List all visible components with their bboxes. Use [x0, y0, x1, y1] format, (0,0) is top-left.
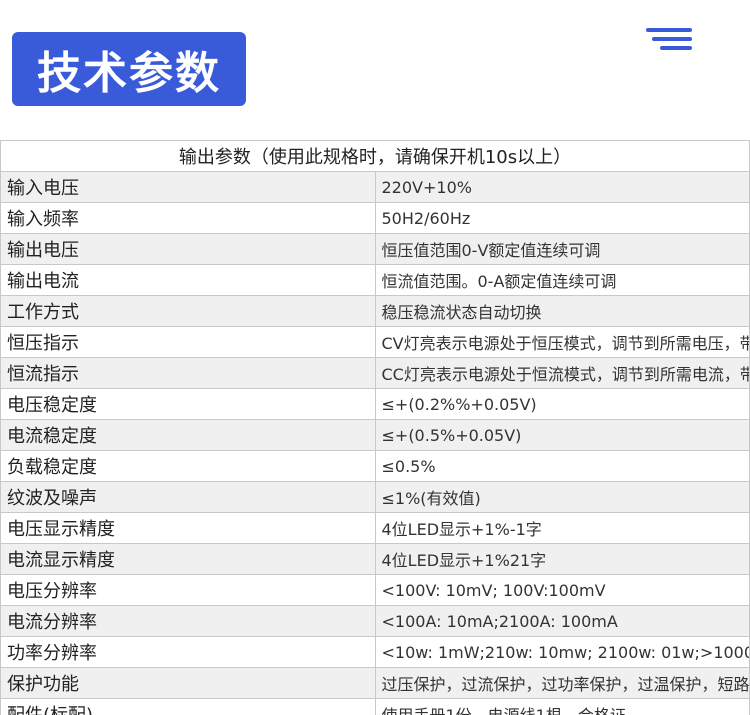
spec-label: 负载稳定度: [0, 450, 376, 482]
spec-label: 功率分辨率: [0, 636, 376, 668]
table-row: 恒压指示CV灯亮表示电源处于恒压模式，调节到所需电压，带上负载，电流随负载变化: [0, 326, 750, 358]
table-row: 电压显示精度 4位LED显示+1%-1字: [0, 512, 750, 544]
table-row: 输入频率 50H2/60Hz: [0, 202, 750, 234]
menu-icon-bar: [660, 46, 692, 50]
menu-icon-bar: [652, 37, 692, 41]
spec-label: 电压显示精度: [0, 512, 376, 544]
table-row: 输出电压 恒压值范围0-V额定值连续可调: [0, 233, 750, 265]
table-row: 恒流指示CC灯亮表示电源处于恒流模式，调节到所需电流，带上负载，电压随负载变化: [0, 357, 750, 389]
table-row: 保护功能 过压保护，过流保护，过功率保护，过温保护，短路限流: [0, 667, 750, 699]
spec-label: 输出电压: [0, 233, 376, 265]
spec-label: 恒压指示: [0, 326, 376, 358]
spec-value: 4位LED显示+1%21字: [374, 543, 750, 575]
table-row: 纹波及噪声 ≤1%(有效值): [0, 481, 750, 513]
spec-value: 220V+10%: [374, 171, 750, 203]
spec-value: CC灯亮表示电源处于恒流模式，调节到所需电流，带上负载，电压随负载变化: [374, 357, 750, 389]
table-row: 输入电压 220V+10%: [0, 171, 750, 203]
spec-value: 稳压稳流状态自动切换: [374, 295, 750, 327]
spec-value: 过压保护，过流保护，过功率保护，过温保护，短路限流: [374, 667, 750, 699]
table-row: 电流稳定度 ≤+(0.5%+0.05V): [0, 419, 750, 451]
spec-label: 纹波及噪声: [0, 481, 376, 513]
table-row: 功率分辨率 <10w: 1mW;210w: 10mw; 2100w: 01w;>1…: [0, 636, 750, 668]
spec-table-container: 输出参数（使用此规格时，请确保开机10s以上） 输入电压 220V+10% 输入频率…: [0, 140, 750, 715]
spec-value: ≤0.5%: [374, 450, 750, 482]
table-row: 电流显示精度 4位LED显示+1%21字: [0, 543, 750, 575]
spec-label: 电流分辨率: [0, 605, 376, 637]
table-row: 电压分辨率 <100V: 10mV; 100V:100mV: [0, 574, 750, 606]
spec-label: 保护功能: [0, 667, 376, 699]
spec-value: ≤1%(有效值): [374, 481, 750, 513]
spec-value: 恒压值范围0-V额定值连续可调: [374, 233, 750, 265]
spec-label: 电压分辨率: [0, 574, 376, 606]
spec-label: 电压稳定度: [0, 388, 376, 420]
table-row: 电流分辨率 <100A: 10mA;2100A: 100mA: [0, 605, 750, 637]
menu-icon-bar: [646, 28, 692, 32]
spec-label: 恒流指示: [0, 357, 376, 389]
spec-value: <100A: 10mA;2100A: 100mA: [374, 605, 750, 637]
table-row: 工作方式 稳压稳流状态自动切换: [0, 295, 750, 327]
table-heading-row: 输出参数（使用此规格时，请确保开机10s以上）: [0, 140, 750, 172]
spec-value: ≤+(0.5%+0.05V): [374, 419, 750, 451]
table-row: 电压稳定度 ≤+(0.2%%+0.05V): [0, 388, 750, 420]
table-row: 输出电流 恒流值范围。0-A额定值连续可调: [0, 264, 750, 296]
spec-value: <10w: 1mW;210w: 10mw; 2100w: 01w;>1000w:…: [374, 636, 750, 668]
spec-value: ≤+(0.2%%+0.05V): [374, 388, 750, 420]
spec-value: 恒流值范围。0-A额定值连续可调: [374, 264, 750, 296]
spec-label: 输入频率: [0, 202, 376, 234]
spec-label: 工作方式: [0, 295, 376, 327]
spec-value: <100V: 10mV; 100V:100mV: [374, 574, 750, 606]
spec-value: 4位LED显示+1%-1字: [374, 512, 750, 544]
spec-table: 输出参数（使用此规格时，请确保开机10s以上） 输入电压 220V+10% 输入频率…: [0, 140, 750, 715]
table-heading: 输出参数（使用此规格时，请确保开机10s以上）: [0, 140, 750, 172]
spec-value: 50H2/60Hz: [374, 202, 750, 234]
menu-icon[interactable]: [644, 28, 692, 54]
table-row: 负载稳定度 ≤0.5%: [0, 450, 750, 482]
spec-value: 使用手册1份，电源线1根，合格证: [374, 698, 750, 715]
spec-label: 输出电流: [0, 264, 376, 296]
spec-value: CV灯亮表示电源处于恒压模式，调节到所需电压，带上负载，电流随负载变化: [374, 326, 750, 358]
spec-table-body: 输入电压 220V+10% 输入频率 50H2/60Hz 输出电压 恒压值范围0-V额定值…: [0, 171, 750, 715]
table-row: 配件(标配)使用手册1份，电源线1根，合格证: [0, 698, 750, 715]
page-header: 技术参数: [0, 0, 750, 140]
spec-label: 电流稳定度: [0, 419, 376, 451]
spec-label: 配件(标配): [0, 698, 376, 715]
spec-label: 输入电压: [0, 171, 376, 203]
page-title: 技术参数: [12, 32, 246, 106]
spec-label: 电流显示精度: [0, 543, 376, 575]
